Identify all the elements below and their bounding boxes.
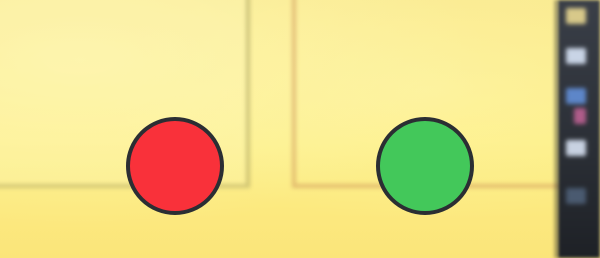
chip-icon [574,108,586,124]
app-icon [566,88,586,104]
chat-icon [566,140,586,156]
green-circle-button[interactable] [376,117,474,215]
app-icon-2 [566,188,586,204]
folder-icon [566,8,586,24]
screen [0,0,600,258]
blurred-sidebar [558,0,600,258]
image-icon [566,48,586,64]
red-circle-button[interactable] [126,117,224,215]
